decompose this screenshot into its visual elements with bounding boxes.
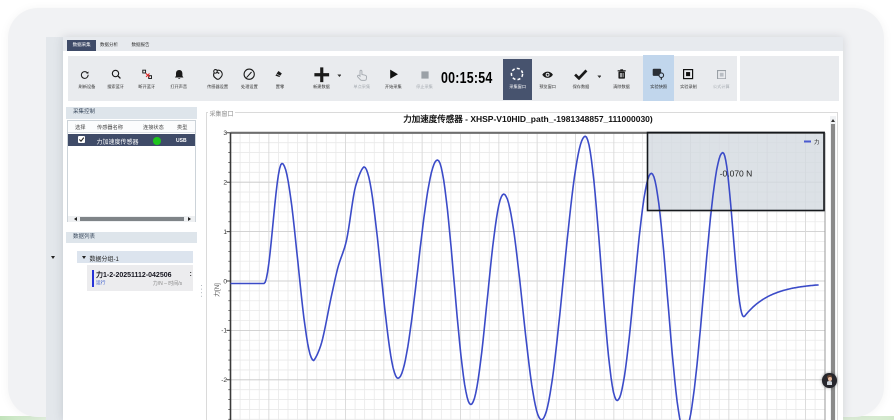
svg-text:-1: -1 [221, 328, 227, 335]
svg-text:3: 3 [223, 130, 227, 137]
svg-text:2: 2 [223, 180, 227, 187]
svg-text:力[N]: 力[N] [213, 283, 221, 297]
svg-text:1: 1 [223, 229, 227, 236]
svg-text:力: 力 [814, 138, 820, 146]
svg-text:力加速度传感器 - XHSP-V10HID_path_-19: 力加速度传感器 - XHSP-V10HID_path_-1981348857_1… [403, 114, 653, 124]
svg-text:-2: -2 [221, 377, 227, 384]
svg-text:-0.070 N: -0.070 N [720, 169, 753, 179]
svg-text:0: 0 [223, 278, 227, 285]
